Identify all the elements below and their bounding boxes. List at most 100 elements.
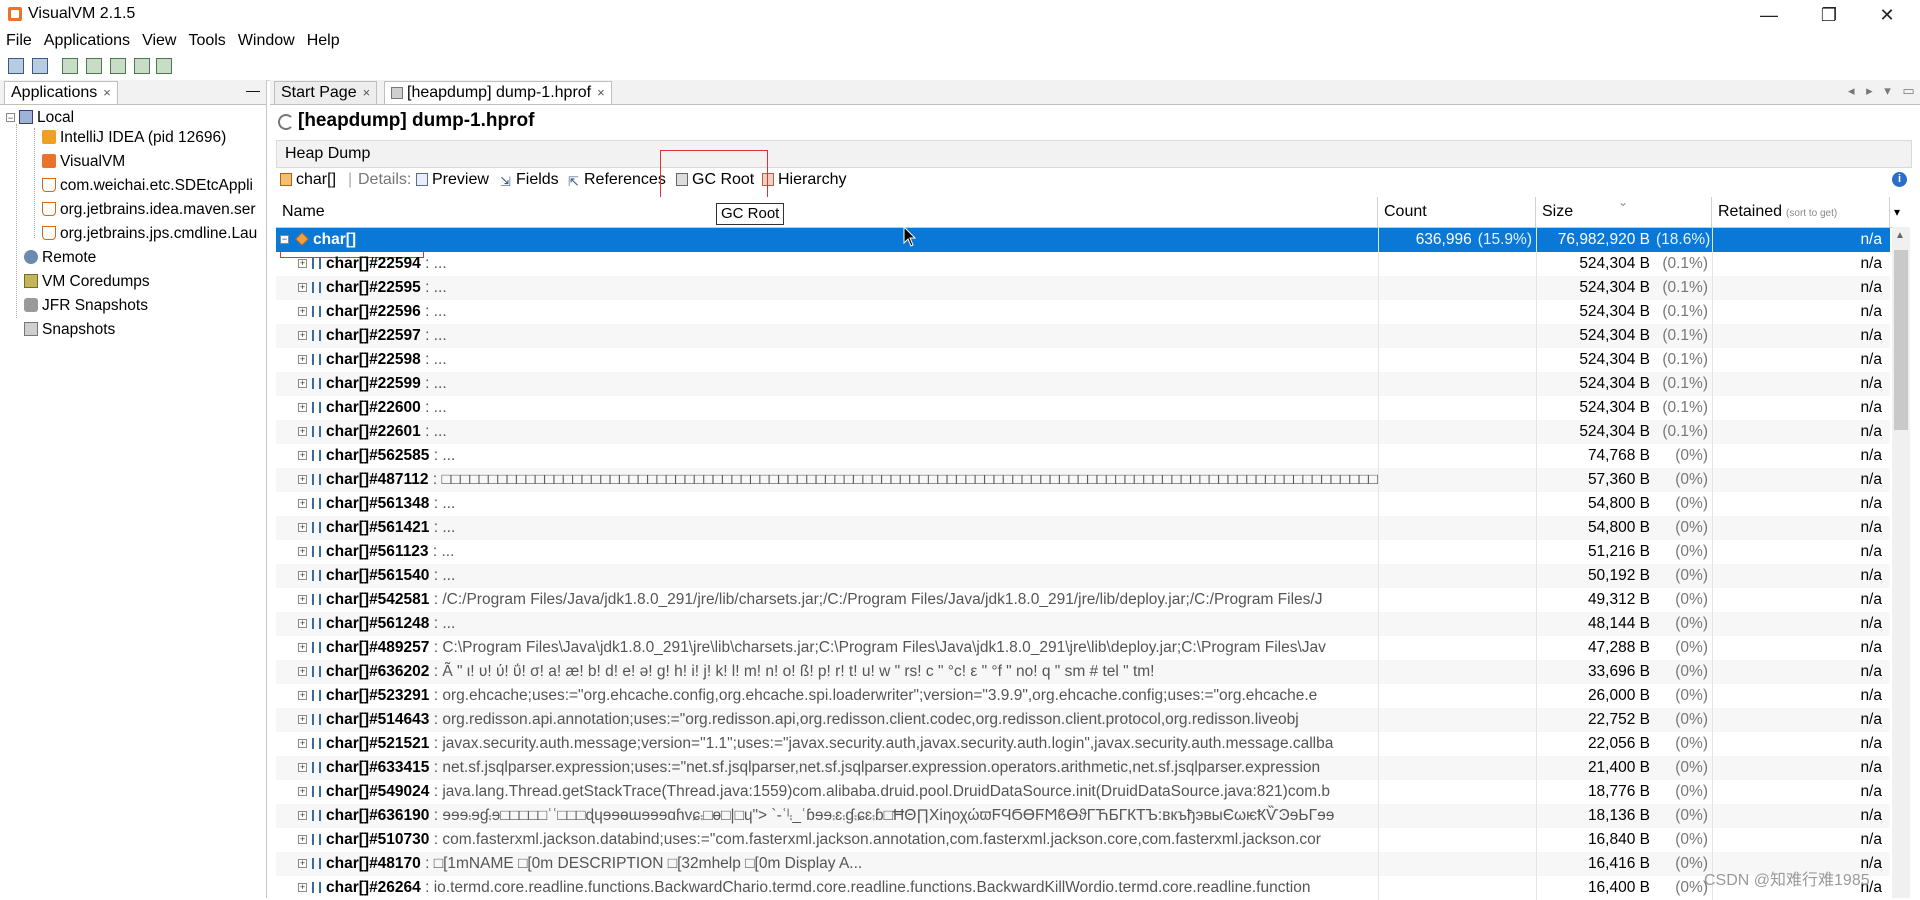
- heap-dump-icon[interactable]: [134, 58, 150, 74]
- menu-window[interactable]: Window: [232, 30, 301, 50]
- expand-icon[interactable]: +: [298, 307, 307, 316]
- table-row[interactable]: + char[]#22595 : ... 524,304 B (0.1%) n/a: [276, 276, 1890, 300]
- expand-icon[interactable]: +: [298, 643, 307, 652]
- table-row[interactable]: + char[]#514643 : org.redisson.api.annota…: [276, 708, 1890, 732]
- expand-icon[interactable]: +: [298, 811, 307, 820]
- column-header-retained[interactable]: Retained (sort to get): [1712, 197, 1890, 227]
- expand-icon[interactable]: +: [298, 763, 307, 772]
- table-row[interactable]: + char[]#26264 : io.termd.core.readline.f…: [276, 876, 1890, 900]
- expand-icon[interactable]: +: [298, 595, 307, 604]
- expand-icon[interactable]: +: [298, 331, 307, 340]
- expand-icon[interactable]: +: [298, 427, 307, 436]
- expand-icon[interactable]: +: [298, 571, 307, 580]
- collapse-icon[interactable]: −: [280, 235, 289, 244]
- table-row[interactable]: + char[]#22596 : ... 524,304 B (0.1%) n/a: [276, 300, 1890, 324]
- expand-icon[interactable]: +: [298, 619, 307, 628]
- preview-button[interactable]: Preview: [416, 171, 489, 189]
- table-row[interactable]: + char[]#561123 : ... 51,216 B (0%) n/a: [276, 540, 1890, 564]
- table-row-selected[interactable]: − char[] 636,996 (15.9%) 76,982,920 B (18.6%)…: [276, 228, 1890, 252]
- class-selector[interactable]: char[]: [280, 171, 336, 189]
- hierarchy-button[interactable]: Hierarchy: [762, 171, 846, 189]
- expand-icon[interactable]: +: [298, 883, 307, 892]
- expand-icon[interactable]: +: [298, 475, 307, 484]
- tree-item-jps-launcher[interactable]: org.jetbrains.jps.cmdline.Lau: [42, 222, 264, 246]
- expand-icon[interactable]: +: [298, 523, 307, 532]
- load-snapshot-icon[interactable]: [8, 58, 24, 74]
- expand-icon[interactable]: +: [298, 835, 307, 844]
- expand-icon[interactable]: +: [298, 259, 307, 268]
- expand-icon[interactable]: +: [298, 667, 307, 676]
- table-row[interactable]: + char[]#487112 : □□□□□□□□□□□□□□□□□□□□□□□…: [276, 468, 1890, 492]
- expand-icon[interactable]: +: [298, 451, 307, 460]
- close-tab-icon[interactable]: ×: [597, 85, 605, 100]
- fields-button[interactable]: ⇲ Fields: [500, 171, 559, 189]
- collapse-icon[interactable]: −: [6, 113, 15, 123]
- tree-item-vm-coredumps[interactable]: VM Coredumps: [24, 270, 150, 294]
- add-coredump-icon[interactable]: [110, 58, 126, 74]
- expand-icon[interactable]: +: [298, 403, 307, 412]
- tab-applications[interactable]: Applications ×: [4, 81, 118, 104]
- add-remote-host-icon[interactable]: [86, 58, 102, 74]
- table-row[interactable]: + char[]#633415 : net.sf.jsqlparser.expre…: [276, 756, 1890, 780]
- close-window-button[interactable]: ✕: [1864, 2, 1910, 28]
- tree-item-sdetc[interactable]: com.weichai.etc.SDEtcAppli: [42, 174, 264, 198]
- menu-file[interactable]: File: [0, 30, 38, 50]
- table-row[interactable]: + char[]#549024 : java.lang.Thread.getSta…: [276, 780, 1890, 804]
- table-row[interactable]: + char[]#562585 : ... 74,768 B (0%) n/a: [276, 444, 1890, 468]
- expand-icon[interactable]: +: [298, 787, 307, 796]
- expand-icon[interactable]: +: [298, 859, 307, 868]
- add-jmx-connection-icon[interactable]: [62, 58, 78, 74]
- expand-icon[interactable]: +: [298, 739, 307, 748]
- table-row[interactable]: + char[]#22601 : ... 524,304 B (0.1%) n/a: [276, 420, 1890, 444]
- table-row[interactable]: + char[]#561348 : ... 54,800 B (0%) n/a: [276, 492, 1890, 516]
- tree-item-snapshots[interactable]: Snapshots: [24, 318, 115, 342]
- expand-icon[interactable]: +: [298, 691, 307, 700]
- restore-button[interactable]: ❐: [1806, 2, 1852, 28]
- menu-view[interactable]: View: [136, 30, 182, 50]
- close-tab-icon[interactable]: ×: [103, 85, 111, 100]
- table-row[interactable]: + char[]#561248 : ... 48,144 B (0%) n/a: [276, 612, 1890, 636]
- table-row[interactable]: + char[]#561540 : ... 50,192 B (0%) n/a: [276, 564, 1890, 588]
- menu-applications[interactable]: Applications: [38, 30, 136, 50]
- info-icon[interactable]: i: [1892, 172, 1907, 187]
- expand-icon[interactable]: +: [298, 715, 307, 724]
- close-tab-icon[interactable]: ×: [363, 85, 371, 100]
- references-button[interactable]: ⇱ References: [568, 171, 666, 189]
- minimize-panel-icon[interactable]: —: [246, 82, 260, 98]
- expand-icon[interactable]: +: [298, 499, 307, 508]
- column-header-count[interactable]: Count: [1378, 197, 1536, 227]
- tab-navigation-controls[interactable]: ◂ ▸ ▾ ▭: [1848, 83, 1919, 99]
- expand-icon[interactable]: +: [298, 547, 307, 556]
- table-row[interactable]: + char[]#22598 : ... 524,304 B (0.1%) n/a: [276, 348, 1890, 372]
- expand-icon[interactable]: +: [298, 379, 307, 388]
- scroll-up-icon[interactable]: ▲: [1895, 230, 1905, 241]
- minimize-button[interactable]: —: [1746, 2, 1792, 28]
- tab-start-page[interactable]: Start Page ×: [274, 81, 378, 104]
- table-row[interactable]: + char[]#48170 : □[1mNAME □[0m DESCRIPTIO…: [276, 852, 1890, 876]
- table-row[interactable]: + char[]#542581 : /C:/Program Files/Java/…: [276, 588, 1890, 612]
- column-header-size[interactable]: Size ⌄: [1536, 195, 1712, 227]
- tree-item-intellij[interactable]: IntelliJ IDEA (pid 12696): [42, 126, 226, 150]
- tree-item-remote[interactable]: Remote: [24, 246, 96, 270]
- tree-item-maven-server[interactable]: org.jetbrains.idea.maven.ser: [42, 198, 264, 222]
- table-row[interactable]: + char[]#561421 : ... 54,800 B (0%) n/a: [276, 516, 1890, 540]
- column-menu-icon[interactable]: ▾: [1890, 197, 1910, 227]
- tree-item-jfr-snapshots[interactable]: JFR Snapshots: [24, 294, 148, 318]
- column-header-name[interactable]: Name: [276, 197, 1378, 227]
- tree-item-visualvm[interactable]: VisualVM: [42, 150, 125, 174]
- table-row[interactable]: + char[]#510730 : com.fasterxml.jackson.d…: [276, 828, 1890, 852]
- table-row[interactable]: + char[]#521521 : javax.security.auth.mes…: [276, 732, 1890, 756]
- table-row[interactable]: + char[]#22597 : ... 524,304 B (0.1%) n/a: [276, 324, 1890, 348]
- expand-icon[interactable]: +: [298, 283, 307, 292]
- menu-tools[interactable]: Tools: [182, 30, 231, 50]
- table-row[interactable]: + char[]#489257 : C:\Program Files\Java\j…: [276, 636, 1890, 660]
- table-row[interactable]: + char[]#636190 : ɘɘɘ⨾ɘɠ⨾ɘ□□□□□ʿʿ□□□ɖɥɘɘɵ…: [276, 804, 1890, 828]
- save-icon[interactable]: [32, 58, 48, 74]
- scrollbar-thumb[interactable]: [1894, 250, 1908, 430]
- table-row[interactable]: + char[]#22594 : ... 524,304 B (0.1%) n/a: [276, 252, 1890, 276]
- table-row[interactable]: + char[]#523291 : org.ehcache;uses:="org.…: [276, 684, 1890, 708]
- table-row[interactable]: + char[]#22599 : ... 524,304 B (0.1%) n/a: [276, 372, 1890, 396]
- expand-icon[interactable]: +: [298, 355, 307, 364]
- menu-help[interactable]: Help: [301, 30, 346, 50]
- thread-dump-icon[interactable]: [156, 58, 172, 74]
